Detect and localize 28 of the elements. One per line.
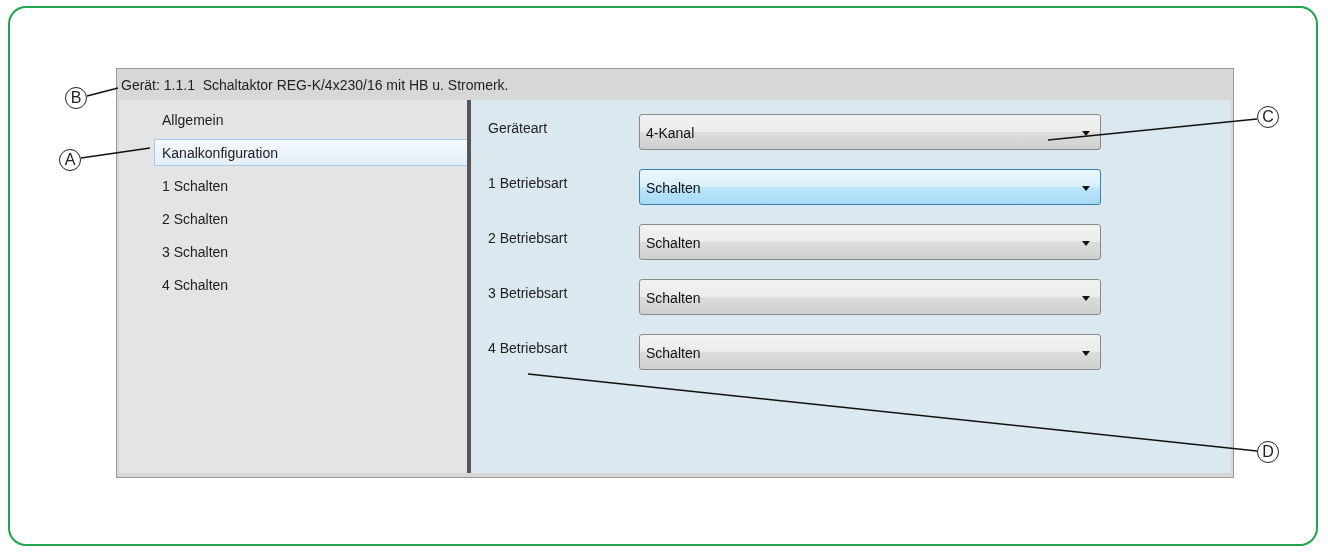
parameter-label: 3 Betriebsart <box>488 284 569 301</box>
callout-marker: D <box>1257 441 1279 463</box>
callout-marker: A <box>59 149 81 171</box>
dropdown[interactable]: Schalten <box>639 169 1101 205</box>
dropdown[interactable]: 4-Kanal <box>639 114 1101 150</box>
sidebar-item[interactable]: 2 Schalten <box>157 205 467 232</box>
parameter-label: Geräteart <box>488 119 549 136</box>
caret-icon <box>1082 130 1090 136</box>
sidebar-item[interactable]: 4 Schalten <box>157 271 467 298</box>
sidebar-item[interactable]: Allgemein <box>157 106 467 133</box>
leader-line <box>80 147 151 159</box>
callout-marker: B <box>65 87 87 109</box>
dropdown[interactable]: Schalten <box>639 224 1101 260</box>
caret-icon <box>1082 350 1090 356</box>
callout-marker: C <box>1257 106 1279 128</box>
dropdown[interactable]: Schalten <box>639 334 1101 370</box>
parameter-label: 1 Betriebsart <box>488 174 569 191</box>
parameter-label: 4 Betriebsart <box>488 339 569 356</box>
caret-icon <box>1082 240 1090 246</box>
sidebar-item[interactable]: Kanalkonfiguration <box>154 139 467 166</box>
caret-icon <box>1082 295 1090 301</box>
dropdown[interactable]: Schalten <box>639 279 1101 315</box>
sidebar-item[interactable]: 3 Schalten <box>157 238 467 265</box>
parameter-label: 2 Betriebsart <box>488 229 569 246</box>
leader-line <box>86 87 119 97</box>
sidebar-item[interactable]: 1 Schalten <box>157 172 467 199</box>
window-title: Gerät: 1.1.1 Schaltaktor REG-K/4x230/16 mit HB u. Stromerk. <box>120 75 510 95</box>
caret-icon <box>1082 185 1090 191</box>
